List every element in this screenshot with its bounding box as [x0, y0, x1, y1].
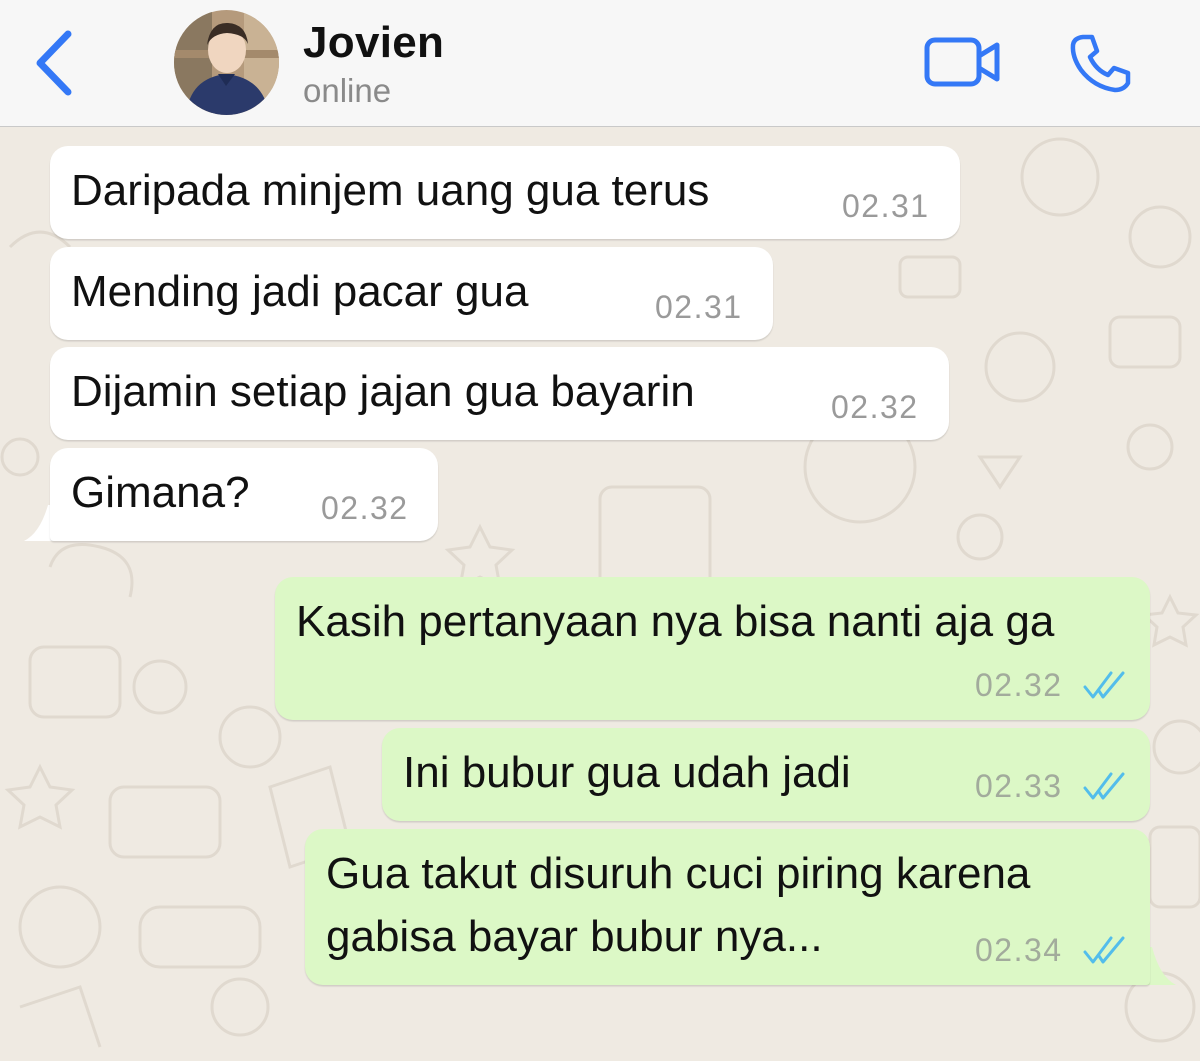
message-time: 02.31: [842, 188, 930, 224]
message-time: 02.33: [975, 768, 1063, 804]
back-button[interactable]: [30, 30, 80, 96]
message-text-line: Gua takut disuruh cuci piring karena: [326, 849, 1031, 898]
chevron-left-icon: [36, 30, 72, 96]
video-camera-icon: [924, 37, 1000, 87]
read-ticks-icon: [1083, 772, 1125, 800]
chat-area[interactable]: Daripada minjem uang gua terus 02.31 Men…: [0, 127, 1200, 1061]
message-text-line: gabisa bayar bubur nya...: [326, 912, 823, 961]
message-time: 02.34: [975, 932, 1063, 968]
voice-call-button[interactable]: [1066, 30, 1134, 96]
message-bubble-outgoing[interactable]: Ini bubur gua udah jadi 02.33: [382, 728, 1150, 821]
message-bubble-incoming[interactable]: Dijamin setiap jajan gua bayarin 02.32: [50, 347, 949, 440]
chat-header: Jovien online: [0, 0, 1200, 127]
message-time: 02.32: [975, 667, 1063, 703]
video-call-button[interactable]: [922, 34, 1004, 92]
message-text: Ini bubur gua udah jadi: [403, 748, 851, 797]
message-bubble-incoming[interactable]: Mending jadi pacar gua 02.31: [50, 247, 773, 340]
message-bubble-incoming[interactable]: Daripada minjem uang gua terus 02.31: [50, 146, 960, 239]
message-time: 02.32: [321, 490, 409, 526]
phone-icon: [1070, 34, 1131, 93]
message-bubble-incoming[interactable]: Gimana? 02.32: [50, 448, 438, 541]
message-text: Kasih pertanyaan nya bisa nanti aja ga: [296, 597, 1055, 646]
read-ticks-icon: [1083, 671, 1125, 699]
message-time: 02.32: [831, 389, 919, 425]
contact-status: online: [303, 72, 392, 109]
message-text: Dijamin setiap jajan gua bayarin: [71, 367, 695, 416]
contact-avatar[interactable]: [174, 10, 279, 115]
message-bubble-outgoing[interactable]: Gua takut disuruh cuci piring karena gab…: [305, 829, 1150, 985]
contact-name[interactable]: Jovien: [303, 18, 444, 68]
read-ticks-icon: [1083, 936, 1125, 964]
message-time: 02.31: [655, 289, 743, 325]
message-text: Mending jadi pacar gua: [71, 267, 529, 316]
message-text: Gimana?: [71, 468, 250, 517]
message-bubble-outgoing[interactable]: Kasih pertanyaan nya bisa nanti aja ga 0…: [275, 577, 1150, 720]
message-text: Daripada minjem uang gua terus: [71, 166, 710, 215]
avatar-photo: [174, 10, 279, 115]
